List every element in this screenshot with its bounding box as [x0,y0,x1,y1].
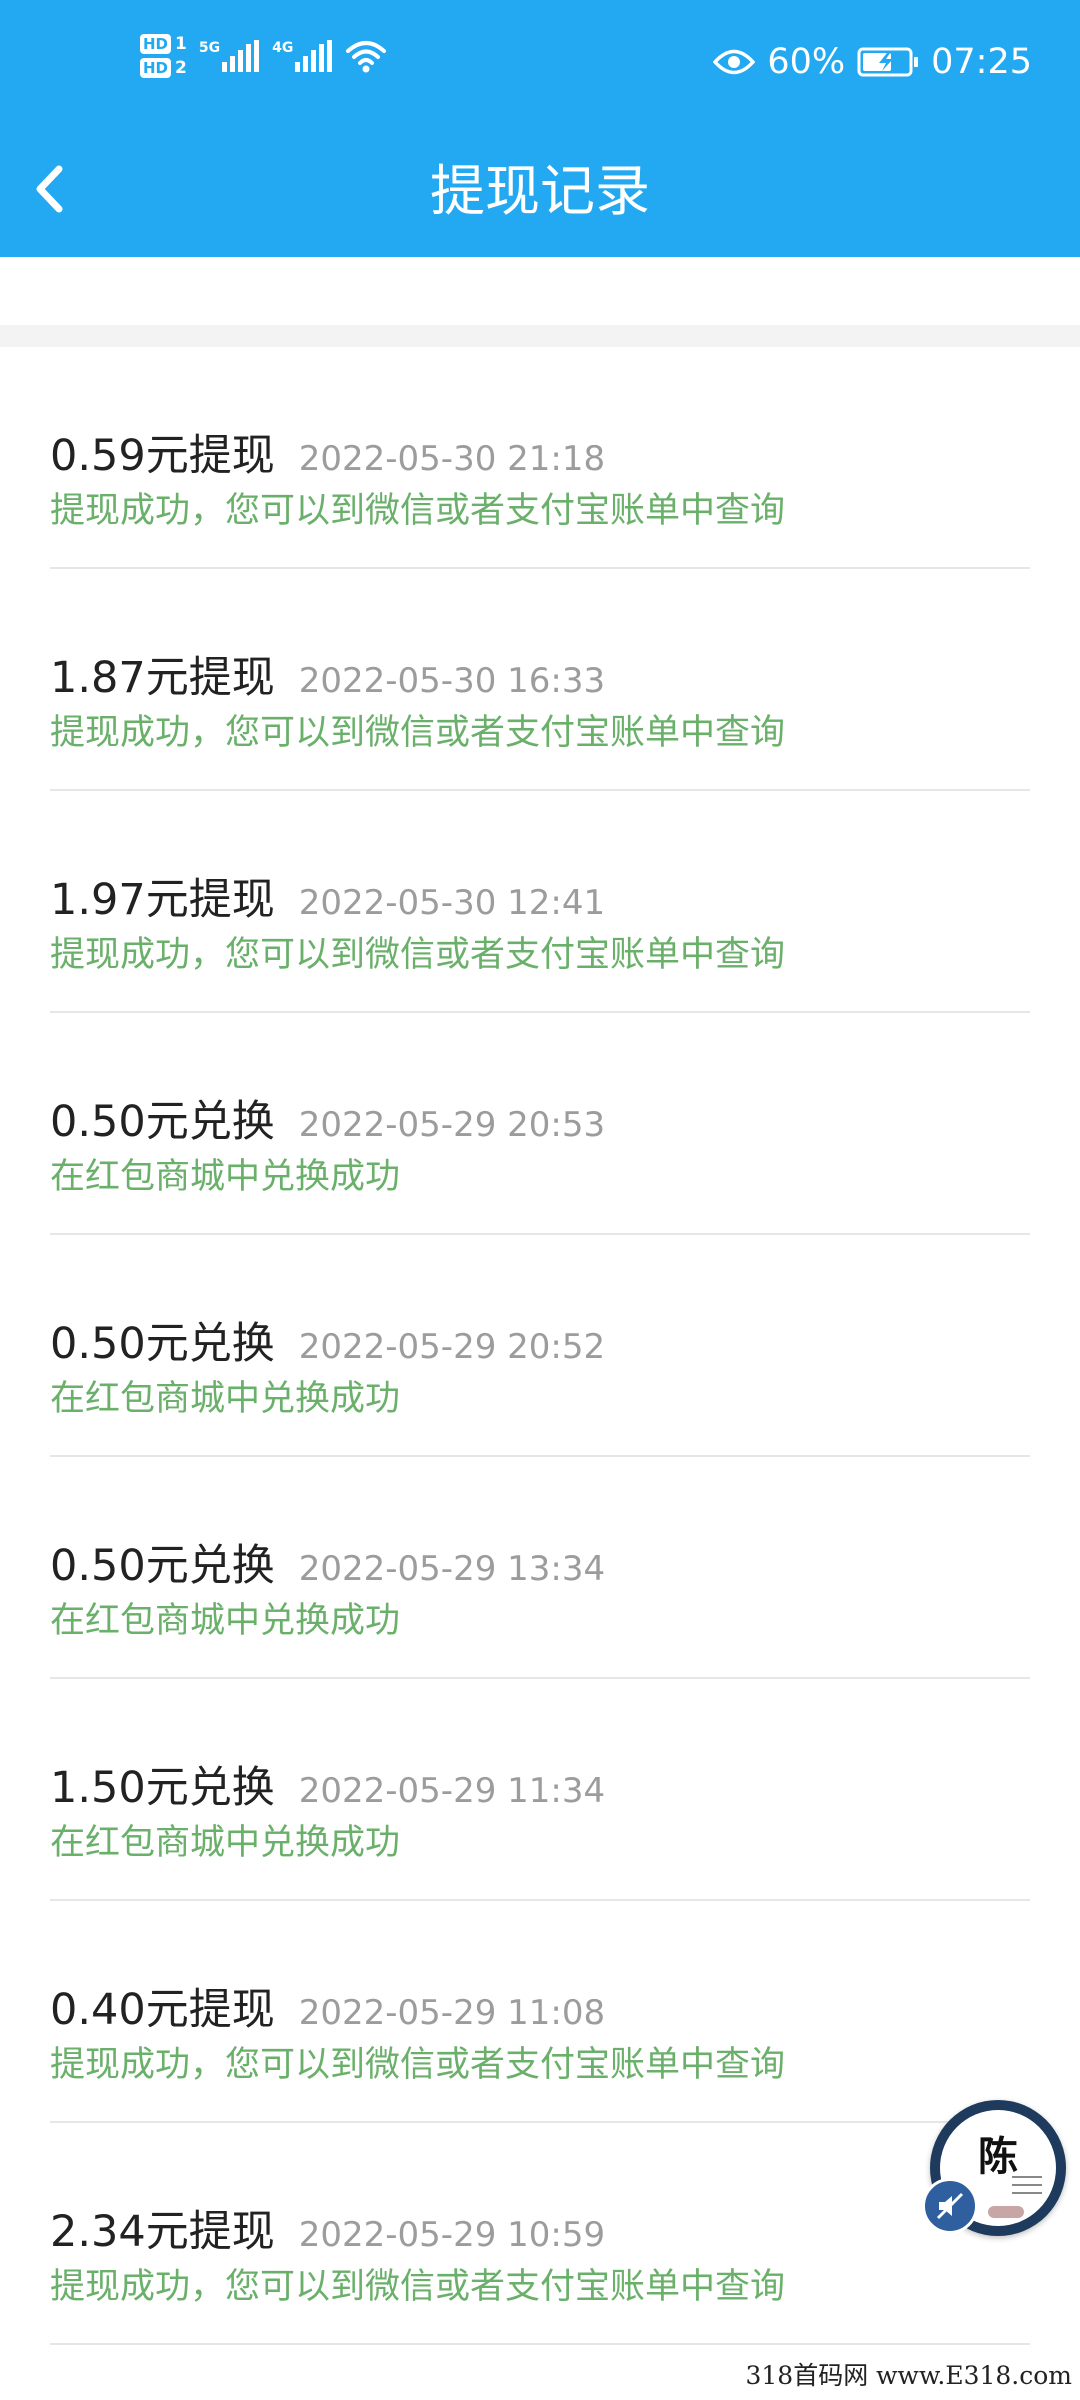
avatar-seal-char: 陈 [978,2133,1018,2180]
header-bar: HD 1 HD 2 5G 4G 60% 07:25 提现记录 [0,0,1080,257]
list-item: 1.50元兑换 2022-05-29 11:34 在红包商城中兑换成功 [0,1679,1080,1901]
record-status: 提现成功，您可以到微信或者支付宝账单中查询 [50,491,786,531]
record-headline: 1.87元提现 2022-05-30 16:33 [50,643,605,705]
record-amount: 0.50元兑换 [50,1097,275,1147]
record-time: 2022-05-30 21:18 [298,439,606,479]
record-time: 2022-05-29 10:59 [298,2215,606,2255]
record-time: 2022-05-30 12:41 [298,883,606,923]
record-headline: 1.97元提现 2022-05-30 12:41 [50,865,605,927]
list-item: 1.97元提现 2022-05-30 12:41 提现成功，您可以到微信或者支付宝账… [0,791,1080,1013]
wifi-icon [346,41,387,73]
avatar-decoration [1012,2176,1042,2200]
page-title: 提现记录 [429,159,650,223]
sim-hd-icon: HD 1 HD 2 [140,34,187,78]
record-status: 提现成功，您可以到微信或者支付宝账单中查询 [50,713,786,753]
record-time: 2022-05-29 11:34 [298,1771,606,1811]
record-time: 2022-05-29 11:08 [298,1993,606,2033]
record-time: 2022-05-29 13:34 [298,1549,606,1589]
signal-icon-2: 4G [272,40,333,72]
record-amount: 0.40元提现 [50,1985,275,2035]
status-left: HD 1 HD 2 5G 4G [140,34,387,78]
record-headline: 0.50元兑换 2022-05-29 20:53 [50,1087,605,1149]
record-time: 2022-05-29 20:52 [298,1327,606,1367]
record-amount: 0.59元提现 [50,431,275,481]
list-item: 1.87元提现 2022-05-30 16:33 提现成功，您可以到微信或者支付宝账… [0,569,1080,791]
record-status: 提现成功，您可以到微信或者支付宝账单中查询 [50,2267,786,2307]
avatar-blot [988,2206,1024,2218]
record-amount: 0.50元兑换 [50,1541,275,1591]
record-amount: 1.87元提现 [50,653,275,703]
record-headline: 0.50元兑换 2022-05-29 20:52 [50,1309,605,1371]
record-amount: 1.97元提现 [50,875,275,925]
record-time: 2022-05-30 16:33 [298,661,606,701]
list-item: 0.40元提现 2022-05-29 11:08 提现成功，您可以到微信或者支付宝账… [0,1901,1080,2123]
divider [50,2343,1030,2345]
status-right: 60% 07:25 [713,42,1032,82]
record-status: 在红包商城中兑换成功 [50,1601,401,1641]
record-status: 提现成功，您可以到微信或者支付宝账单中查询 [50,2045,786,2085]
status-bar: HD 1 HD 2 5G 4G 60% 07:25 [0,0,1080,130]
record-headline: 0.59元提现 2022-05-30 21:18 [50,421,605,483]
record-headline: 0.50元兑换 2022-05-29 13:34 [50,1531,605,1593]
record-amount: 2.34元提现 [50,2207,275,2257]
floating-avatar-button[interactable]: 陈 [922,2100,1066,2236]
list-item: 0.50元兑换 2022-05-29 20:52 在红包商城中兑换成功 [0,1235,1080,1457]
list-item: 2.34元提现 2022-05-29 10:59 提现成功，您可以到微信或者支付宝账… [0,2123,1080,2345]
record-list: 0.59元提现 2022-05-30 21:18 提现成功，您可以到微信或者支付宝账… [0,347,1080,2345]
record-status: 在红包商城中兑换成功 [50,1379,401,1419]
list-item: 0.59元提现 2022-05-30 21:18 提现成功，您可以到微信或者支付宝账… [0,347,1080,569]
record-headline: 2.34元提现 2022-05-29 10:59 [50,2197,605,2259]
section-gap [0,325,1080,347]
battery-percent: 60% [767,42,846,82]
watermark: 318首码网 www.E318.com [745,2361,1072,2390]
clock: 07:25 [931,42,1032,82]
network-5g-label: 5G [198,40,221,56]
eye-icon [713,49,756,75]
record-status: 提现成功，您可以到微信或者支付宝账单中查询 [50,935,786,975]
list-item: 0.50元兑换 2022-05-29 20:53 在红包商城中兑换成功 [0,1013,1080,1235]
title-row: 提现记录 [0,130,1080,257]
record-amount: 1.50元兑换 [50,1763,275,1813]
signal-icon: 5G [199,40,260,72]
battery-charging-icon [857,47,919,77]
list-item: 0.50元兑换 2022-05-29 13:34 在红包商城中兑换成功 [0,1457,1080,1679]
record-amount: 0.50元兑换 [50,1319,275,1369]
muted-speaker-icon [922,2178,978,2234]
record-time: 2022-05-29 20:53 [298,1105,606,1145]
record-headline: 1.50元兑换 2022-05-29 11:34 [50,1753,605,1815]
record-headline: 0.40元提现 2022-05-29 11:08 [50,1975,605,2037]
record-status: 在红包商城中兑换成功 [50,1823,401,1863]
record-status: 在红包商城中兑换成功 [50,1157,401,1197]
network-4g-label: 4G [272,40,294,56]
